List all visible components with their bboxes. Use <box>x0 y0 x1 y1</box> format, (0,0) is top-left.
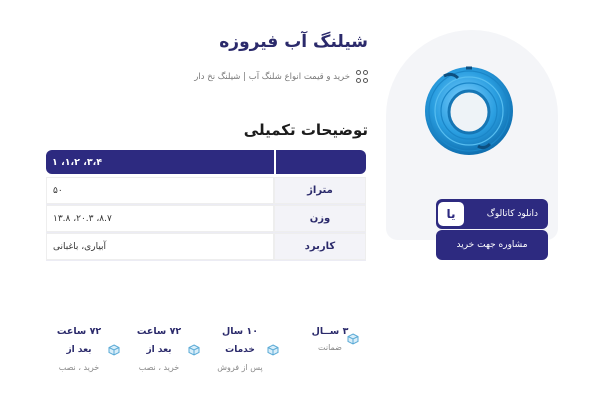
spec-key: کاربرد <box>274 233 366 260</box>
feature-line1: ۱۰ سال <box>221 326 259 337</box>
spec-key: متراژ <box>274 177 366 204</box>
feature-line3: پس از فروش <box>217 363 263 372</box>
product-subtitle: خرید و قیمت انواع شلنگ آب | شیلنگ نخ دار <box>194 71 350 82</box>
box-icon <box>108 344 120 356</box>
table-row: آبیاری، باغبانی کاربرد <box>46 233 366 261</box>
download-catalog-label: دانلود کاتالوگ <box>486 209 538 219</box>
purchase-consult-button[interactable]: مشاوره جهت خرید <box>436 230 548 260</box>
feature-line2: خدمات <box>225 345 255 355</box>
catalog-badge: یا <box>438 202 464 226</box>
box-icon <box>188 344 200 356</box>
spec-table-header: ۳،۴، ۱،۲، ۱ <box>46 150 366 174</box>
box-icon <box>267 344 279 356</box>
product-subtitle-row: خرید و قیمت انواع شلنگ آب | شیلنگ نخ دار <box>194 70 368 83</box>
spec-value: ۸.۷، ۲۰.۳، ۱۳.۸ <box>46 205 274 232</box>
product-title: شیلنگ آب فیروزه <box>219 32 368 52</box>
feature-install-time: ۷۲ ساعت بعد از خرید ، نصب <box>124 326 194 372</box>
feature-line3: خرید ، نصب <box>138 363 180 372</box>
box-icon <box>347 333 359 345</box>
feature-install-time: ۷۲ ساعت بعد از خرید ، نصب <box>44 326 114 372</box>
feature-line2: بعد از <box>146 345 172 355</box>
download-catalog-button[interactable]: دانلود کاتالوگ یا <box>436 199 548 229</box>
feature-after-sales: ۱۰ سال خدمات پس از فروش <box>205 326 275 372</box>
spec-value: آبیاری، باغبانی <box>46 233 274 260</box>
feature-line2: بعد از <box>66 345 92 355</box>
spec-header-value: ۳،۴، ۱،۲، ۱ <box>46 150 274 174</box>
table-row: ۸.۷، ۲۰.۳، ۱۳.۸ وزن <box>46 205 366 233</box>
spec-key: وزن <box>274 205 366 232</box>
spec-header-key <box>276 150 366 174</box>
feature-line3: خرید ، نصب <box>58 363 100 372</box>
grid-icon <box>355 70 368 83</box>
specs-section-title: توضیحات تکمیلی <box>243 121 368 139</box>
table-row: ۵۰ متراژ <box>46 177 366 205</box>
spec-table: ۳،۴، ۱،۲، ۱ ۵۰ متراژ ۸.۷، ۲۰.۳، ۱۳.۸ وزن… <box>46 150 366 261</box>
spec-value: ۵۰ <box>46 177 274 204</box>
feature-line1: ۷۲ ساعت <box>56 326 102 337</box>
feature-line1: ۷۲ ساعت <box>136 326 182 337</box>
hose-coil-image <box>425 66 513 155</box>
